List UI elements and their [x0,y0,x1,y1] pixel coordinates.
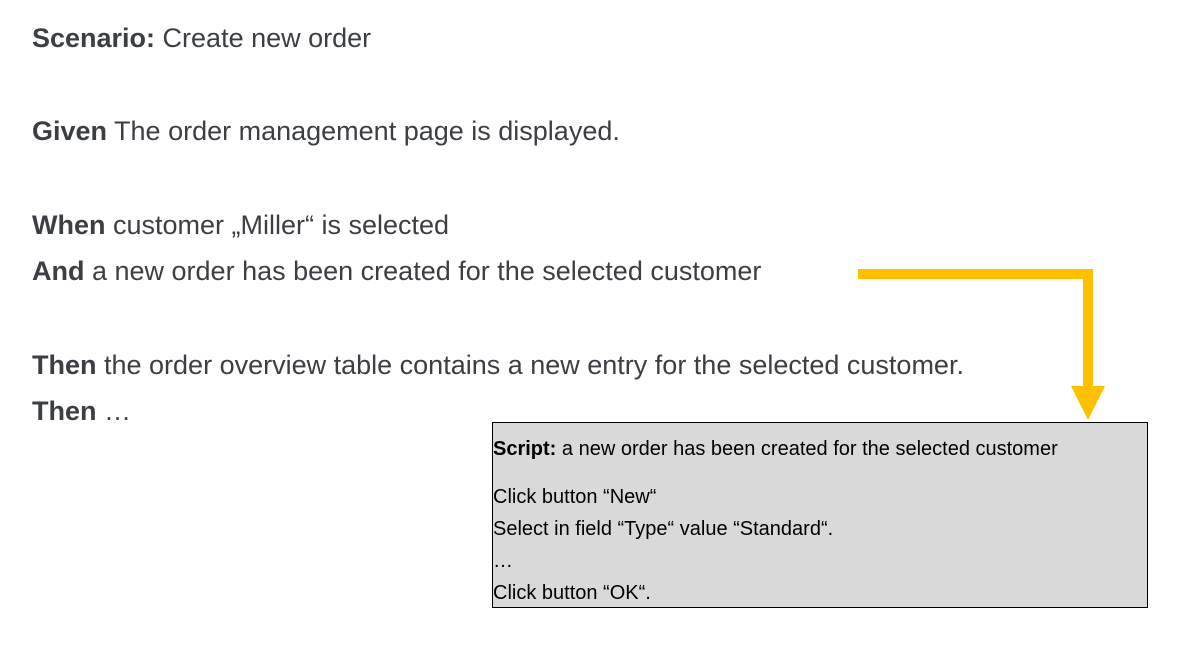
script-line: Click button “OK“. [493,582,651,604]
script-line: … [493,550,513,572]
step-given: Given The order management page is displ… [32,115,620,147]
scenario-title: Scenario: Create new order [32,22,371,54]
script-title-text: a new order has been created for the sel… [556,438,1058,460]
step-then: Then the order overview table contains a… [32,349,964,381]
step-keyword: Then [32,396,97,426]
script-line: Select in field “Type“ value “Standard“. [493,518,834,540]
step-then-continued: Then … [32,395,131,427]
arrow-head [1071,386,1105,420]
script-title: Script: a new order has been created for… [493,437,1058,461]
step-keyword: And [32,256,85,286]
step-text: The order management page is displayed. [107,116,620,146]
script-box: Script: a new order has been created for… [492,422,1148,608]
step-text: the order overview table contains a new … [96,350,964,380]
scenario-text: Create new order [155,23,372,53]
script-keyword: Script: [493,438,557,460]
step-keyword: Then [32,350,97,380]
script-line: Click button “New“ [493,486,657,508]
step-text: a new order has been created for the sel… [84,256,762,286]
step-text: customer „Miller“ is selected [105,210,450,240]
scenario-keyword: Scenario: [32,23,156,53]
step-and: And a new order has been created for the… [32,255,761,287]
step-keyword: Given [32,116,108,146]
step-keyword: When [32,210,106,240]
step-text: … [96,396,132,426]
step-when: When customer „Miller“ is selected [32,209,449,241]
